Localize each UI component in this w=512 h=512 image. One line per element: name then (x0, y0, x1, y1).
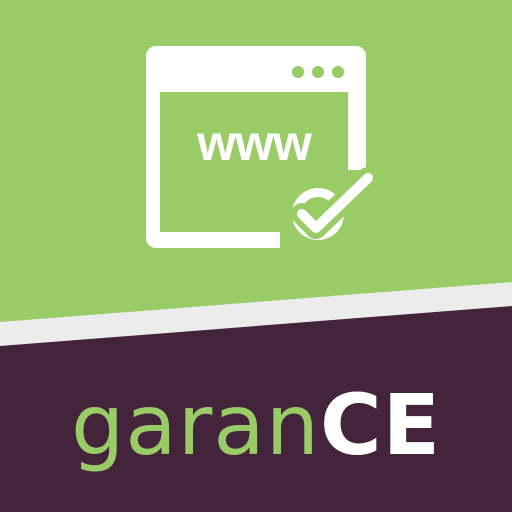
wordmark: garanCE (0, 370, 512, 480)
wordmark-light: garan (70, 376, 320, 474)
url-label: www (196, 115, 312, 171)
window-dot (332, 66, 344, 78)
window-dot (292, 66, 304, 78)
window-dot (312, 66, 324, 78)
app-icon[interactable]: www garanCE (0, 0, 512, 512)
wordmark-bold: CE (320, 376, 442, 474)
